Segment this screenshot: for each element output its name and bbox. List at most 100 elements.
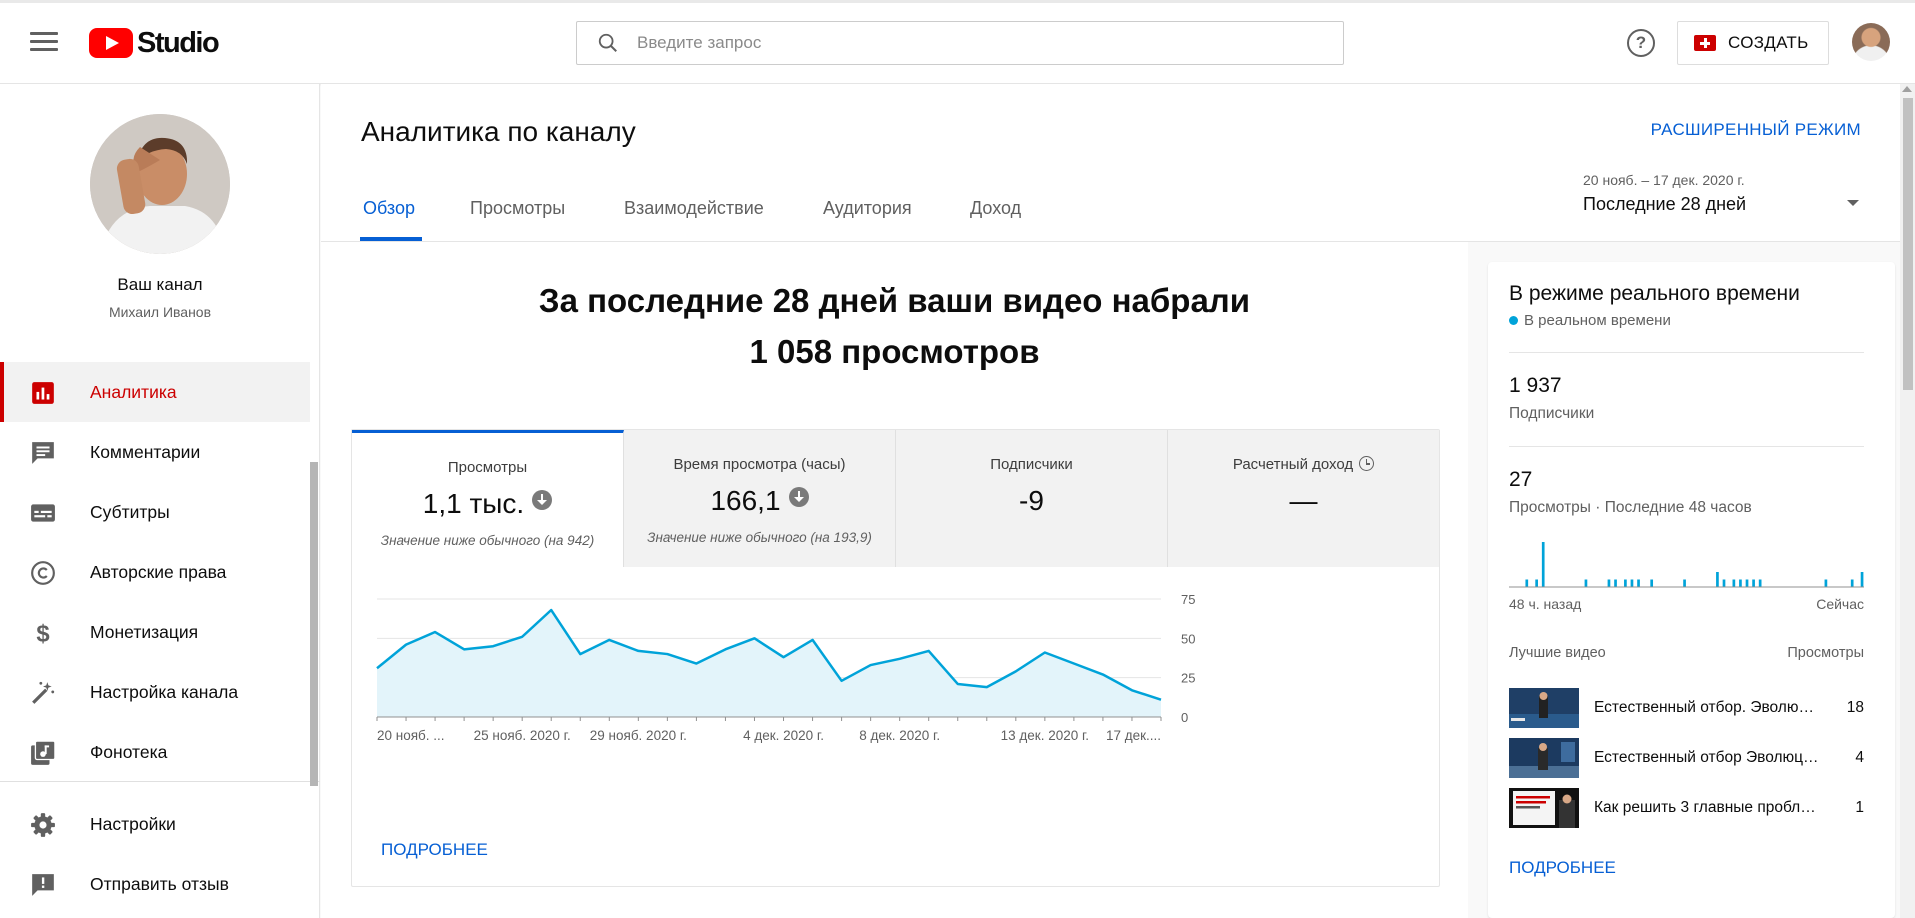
comments-icon [32,442,54,464]
analytics-icon [32,382,54,404]
channel-name: Ваш канал [117,275,203,294]
views-48h-count: 27 [1509,468,1533,491]
dollar-icon: $ [36,621,49,646]
x-tick-label: 4 дек. 2020 г. [743,728,824,743]
tab-views[interactable]: Просмотры [470,198,565,219]
search-input[interactable] [637,33,1287,53]
realtime-bar [1630,579,1634,587]
sidebar-item-comments[interactable]: Комментарии [0,422,310,482]
account-avatar[interactable] [1852,23,1890,61]
search-icon [598,33,617,52]
x-tick-label: 8 дек. 2020 г. [859,728,940,743]
sidebar-item-label: Настройки [90,813,176,834]
hamburger-menu-icon[interactable] [30,32,58,52]
subtitles-icon [31,504,55,522]
sidebar-scrollbar[interactable] [310,462,318,786]
sidebar-item-label: Монетизация [90,621,199,642]
video-thumbnail [1509,688,1579,728]
sidebar-item-analytics[interactable]: Аналитика [0,362,310,422]
overview-more-link[interactable]: ПОДРОБНЕЕ [381,840,488,860]
realtime-bar [1758,579,1762,587]
help-icon[interactable]: ? [1627,29,1655,57]
sidebar-item-copyright[interactable]: Авторские права [0,542,310,602]
realtime-bar [1614,579,1617,587]
realtime-bar [1850,579,1854,587]
x-tick-label: 13 дек. 2020 г. [1001,728,1089,743]
realtime-bar [1607,579,1611,587]
x-tick-label: 20 нояб. ... [377,728,445,743]
headline-line-2: 1 058 просмотров [749,333,1040,370]
music-library-icon [31,740,56,765]
youtube-play-icon [89,28,133,58]
date-range-dates: 20 нояб. – 17 дек. 2020 г. [1583,172,1745,188]
sidebar-item-monetization[interactable]: $ Монетизация [0,602,310,662]
realtime-bar [1525,579,1529,587]
tab-revenue[interactable]: Доход [970,198,1021,219]
views-48h-label: Просмотры · Последние 48 часов [1509,499,1752,516]
views-column-header: Просмотры [1787,645,1864,661]
area-fill [377,610,1161,717]
realtime-bar [1650,579,1654,587]
realtime-bar [1716,572,1719,587]
realtime-bar-chart [1509,542,1864,588]
tab-engagement[interactable]: Взаимодействие [624,198,764,219]
realtime-bar [1683,579,1686,587]
realtime-axis-end: Сейчас [1816,596,1864,612]
top-video-row[interactable]: Естественный отбор. Эволюция 18 [1509,688,1864,730]
views-area-chart: 0 25 50 75 20 нояб. ... 25 нояб. 2020 г. 29 но… [376,592,1195,743]
sidebar-item-label: Настройка канала [90,681,239,702]
subscribers-label: Подписчики [1509,405,1595,422]
metrics-chart-card: Просмотры 1,1 тыс. Значение ниже обычног… [351,429,1440,887]
sidebar-item-subtitles[interactable]: Субтитры [0,482,310,542]
top-video-row[interactable]: Естественный отбор Эволюция 4 [1509,738,1864,780]
sidebar-item-customization[interactable]: Настройка канала [0,662,310,722]
realtime-bar [1824,579,1828,587]
sidebar-item-label: Фонотека [90,741,168,762]
sidebar-item-label: Комментарии [90,441,201,462]
feedback-icon [32,874,54,896]
subscribers-count: 1 937 [1509,374,1562,397]
create-button[interactable]: СОЗДАТЬ [1677,21,1829,65]
realtime-bar [1624,579,1627,587]
sidebar-item-label: Субтитры [90,501,170,522]
scroll-up-arrow-icon[interactable] [1902,86,1912,92]
video-title: Как решить 3 главные проблемы [1594,799,1819,816]
y-tick-label: 75 [1181,592,1195,607]
sidebar-item-audio-library[interactable]: Фонотека [0,722,310,782]
magic-wand-icon [32,681,55,704]
svg-text:$: $ [36,621,49,646]
copyright-icon [31,561,55,585]
y-tick-label: 50 [1181,631,1195,646]
logo-text: Studio [137,26,220,59]
x-tick-label: 17 дек.... [1106,728,1161,743]
realtime-bar [1739,579,1742,587]
top-video-row[interactable]: Как решить 3 главные проблемы 1 [1509,788,1864,830]
advanced-mode-link[interactable]: РАСШИРЕННЫЙ РЕЖИМ [1651,120,1861,140]
realtime-bar [1535,579,1538,587]
page-scrollbar-thumb[interactable] [1903,98,1913,390]
realtime-bar [1752,579,1755,587]
realtime-bar [1745,579,1749,587]
realtime-bar [1637,579,1640,587]
overview-headline: За последние 28 дней ваши видео набрали … [321,275,1468,377]
create-label: СОЗДАТЬ [1728,33,1809,52]
live-dot-icon [1509,316,1518,325]
video-title: Естественный отбор. Эволюция [1594,699,1819,716]
page-title: Аналитика по каналу [361,116,636,147]
realtime-bar [1860,572,1864,587]
dropdown-caret-icon[interactable] [1847,200,1859,206]
channel-photo [90,114,230,254]
tab-overview[interactable]: Обзор [363,198,415,219]
search-box[interactable] [576,21,1344,65]
sidebar-item-settings[interactable]: Настройки [0,794,310,854]
y-tick-label: 25 [1181,671,1195,686]
tab-audience[interactable]: Аудитория [823,198,912,219]
realtime-title: В режиме реального времени [1509,282,1800,305]
date-range-selector[interactable]: Последние 28 дней [1583,194,1746,215]
youtube-studio-logo[interactable]: Studio [89,26,220,59]
sidebar-item-feedback[interactable]: Отправить отзыв [0,854,310,914]
channel-avatar[interactable] [90,114,230,254]
realtime-more-link[interactable]: ПОДРОБНЕЕ [1509,858,1616,878]
sidebar-item-label: Авторские права [90,561,227,582]
y-tick-label: 0 [1181,710,1188,725]
